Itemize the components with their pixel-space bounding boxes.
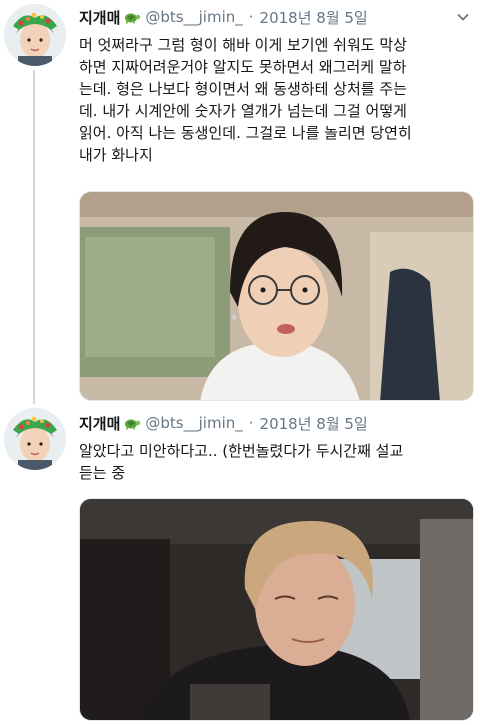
separator-dot: · [248,414,254,432]
avatar[interactable] [4,408,66,470]
username-handle[interactable]: @bts__jimin_ [145,8,242,26]
display-name[interactable]: 지개매 [79,7,120,28]
tweet-photo[interactable] [79,498,474,721]
turtle-emoji [123,10,141,24]
tweet-2[interactable]: 지개매 @bts__jimin_ · 2018년 8월 5일 알았다고 미안하다… [0,402,480,725]
username-handle[interactable]: @bts__jimin_ [145,414,242,432]
tweet-text: 머 엇쩌라구 그럼 형이 해바 이게 보기엔 쉬워도 막상 하면 지짜어려운거야… [79,36,412,164]
avatar[interactable] [4,4,66,66]
tweet-1[interactable]: 지개매 @bts__jimin_ · 2018년 8월 5일 머 엇쩌라구 그럼… [0,0,480,402]
separator-dot: · [248,8,254,26]
tweet-text: 알았다고 미안하다고.. (한번놀렸다가 두시간째 설교 듣는 중 [79,442,404,482]
tweet-header: 지개매 @bts__jimin_ · 2018년 8월 5일 [79,4,470,30]
chevron-down-icon[interactable] [456,10,470,24]
turtle-emoji [123,416,141,430]
tweet-photo[interactable] [79,191,474,401]
tweet-header: 지개매 @bts__jimin_ · 2018년 8월 5일 [79,410,470,436]
tweet-date[interactable]: 2018년 8월 5일 [260,7,368,28]
display-name[interactable]: 지개매 [79,413,120,434]
tweet-date[interactable]: 2018년 8월 5일 [260,413,368,434]
